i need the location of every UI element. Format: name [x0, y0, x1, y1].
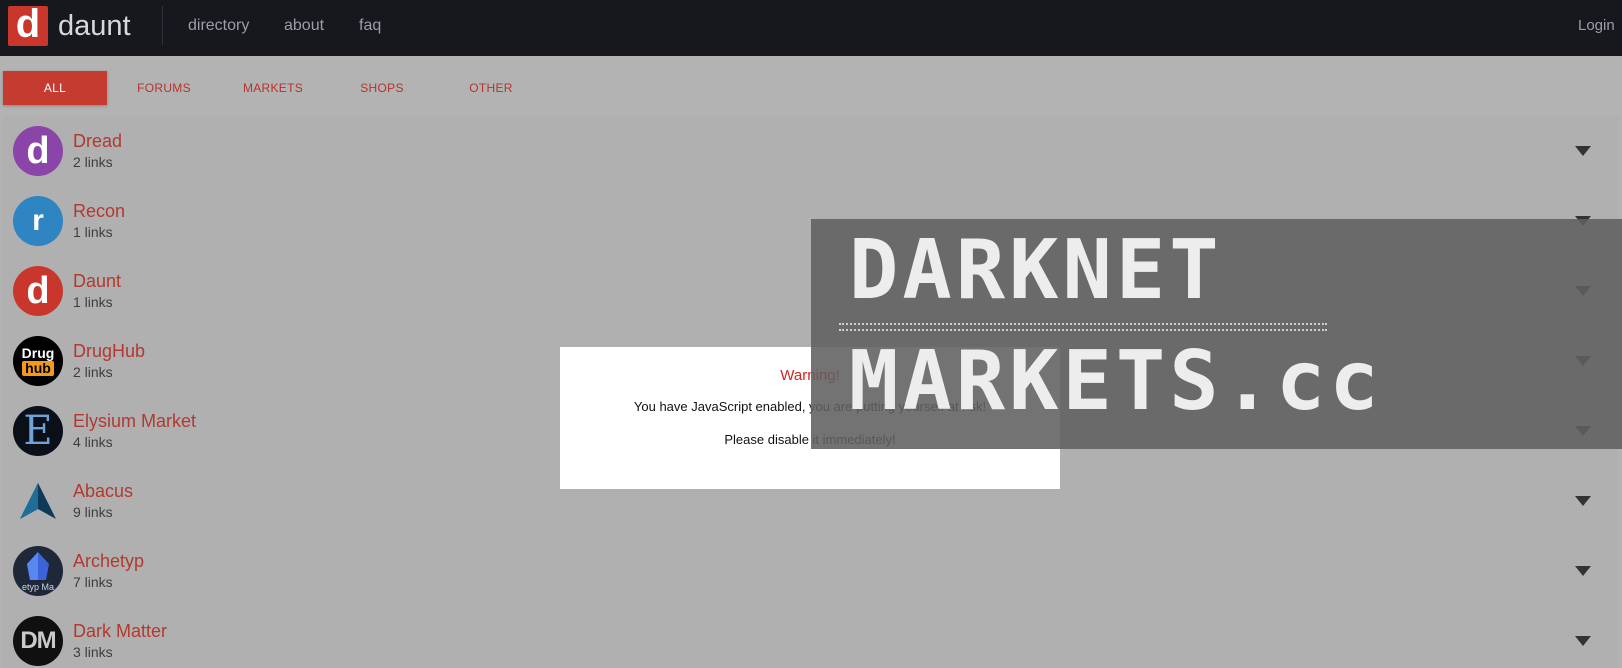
nav-faq-link[interactable]: faq	[359, 17, 381, 35]
entry-name[interactable]: Dread	[73, 131, 122, 152]
watermark-line-1: DARKNET	[849, 223, 1223, 318]
entry-link-count: 2 links	[73, 364, 113, 380]
entry-link-count: 9 links	[73, 504, 113, 520]
entry-name[interactable]: Daunt	[73, 271, 121, 292]
nav-directory-link[interactable]: directory	[188, 17, 249, 35]
tab-other[interactable]: OTHER	[439, 71, 543, 105]
entry-name[interactable]: Abacus	[73, 481, 133, 502]
abacus-triangle-shape	[20, 483, 56, 519]
daunt-logo-icon: d	[13, 266, 63, 316]
top-navbar: d daunt directory about faq Login	[0, 0, 1622, 56]
watermark-divider	[839, 323, 1327, 331]
entry-link-count: 1 links	[73, 224, 113, 240]
entry-link-count: 3 links	[73, 644, 113, 660]
drughub-logo-text-bottom: hub	[22, 361, 54, 376]
tab-markets[interactable]: MARKETS	[221, 71, 325, 105]
watermark-line-2: MARKETS.cc	[849, 334, 1383, 429]
entry-name[interactable]: Dark Matter	[73, 621, 167, 642]
tab-all[interactable]: ALL	[3, 71, 107, 105]
expand-caret-icon[interactable]	[1575, 146, 1591, 156]
expand-caret-icon[interactable]	[1575, 566, 1591, 576]
entry-name[interactable]: DrugHub	[73, 341, 145, 362]
entry-name[interactable]: Elysium Market	[73, 411, 196, 432]
navbar-divider	[162, 6, 163, 45]
tab-shops[interactable]: SHOPS	[330, 71, 434, 105]
entry-link-count: 4 links	[73, 434, 113, 450]
archetyp-crystal-shape: etyp Ma	[22, 552, 54, 592]
entry-link-count: 1 links	[73, 294, 113, 310]
list-item[interactable]: etyp Ma Archetyp 7 links	[3, 536, 1619, 606]
drughub-logo-icon: Drug hub	[13, 336, 63, 386]
entry-link-count: 2 links	[73, 154, 113, 170]
expand-caret-icon[interactable]	[1575, 636, 1591, 646]
nav-about-link[interactable]: about	[284, 17, 324, 35]
brand-home-link[interactable]: d daunt	[8, 6, 131, 46]
tab-forums[interactable]: FORUMS	[112, 71, 216, 105]
expand-caret-icon[interactable]	[1575, 496, 1591, 506]
recon-logo-icon: r	[13, 196, 63, 246]
dread-logo-icon: d	[13, 126, 63, 176]
list-item[interactable]: DM Dark Matter 3 links	[3, 606, 1619, 668]
abacus-logo-icon	[13, 476, 63, 526]
watermark-overlay: DARKNET MARKETS.cc	[811, 219, 1622, 449]
brand-name: daunt	[58, 9, 131, 42]
category-tabs: ALL FORUMS MARKETS SHOPS OTHER	[3, 71, 1619, 105]
drughub-logo-text-top: Drug	[21, 345, 55, 361]
daunt-logo-icon: d	[8, 6, 48, 46]
entry-name[interactable]: Recon	[73, 201, 125, 222]
archetyp-logo-icon: etyp Ma	[13, 546, 63, 596]
login-link[interactable]: Login	[1578, 17, 1622, 34]
svg-text:etyp Ma: etyp Ma	[22, 582, 54, 592]
darkmatter-logo-icon: DM	[13, 616, 63, 666]
entry-link-count: 7 links	[73, 574, 113, 590]
list-item[interactable]: d Dread 2 links	[3, 116, 1619, 186]
entry-name[interactable]: Archetyp	[73, 551, 144, 572]
elysium-logo-icon: E	[13, 406, 63, 456]
